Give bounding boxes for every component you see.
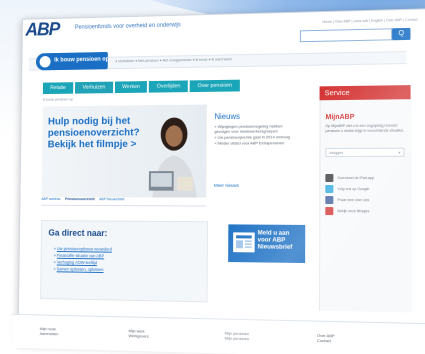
news-item[interactable]: » Uw pensioenpremie gaat in 2014 omhoog bbox=[214, 134, 296, 139]
service-link-label: Download de iPad-app bbox=[337, 175, 375, 180]
direct-link-text[interactable]: Financiële situatie van ABP bbox=[57, 253, 104, 258]
login-select-label: Inloggen bbox=[329, 150, 344, 155]
news-item-text[interactable]: Uw pensioenpremie gaat in 2014 omhoog bbox=[218, 134, 290, 139]
direct-link[interactable]: » Samen oplossen, oplossen bbox=[53, 265, 111, 273]
footer-column[interactable]: Over ABP Contact bbox=[317, 333, 335, 344]
chevron-down-icon: ▾ bbox=[398, 150, 401, 155]
footer-link[interactable]: Werkgevers bbox=[128, 333, 148, 338]
direct-link-text[interactable]: Verhoging AOW-leeftijd bbox=[57, 260, 97, 265]
twitter-icon bbox=[325, 184, 334, 193]
news-item[interactable]: » Minder uitstel voor ABP Extrapensioen bbox=[214, 140, 296, 145]
search-input[interactable] bbox=[299, 28, 393, 43]
service-link-label: Bekijk onze filmpjes bbox=[337, 208, 370, 213]
service-link-facebook[interactable]: Praat mee over ons bbox=[325, 194, 406, 205]
direct-links-list: » Uw pensioenopbouw veranderd » Financië… bbox=[53, 245, 111, 273]
section-badge[interactable]: Ik bouw pensioen op bbox=[35, 51, 110, 71]
hero-banner[interactable]: Hulp nodig bij het pensioenoverzicht? Be… bbox=[41, 104, 207, 198]
news-item-text[interactable]: Minder uitstel voor ABP Extrapensioen bbox=[218, 140, 285, 145]
footer-link[interactable]: Mijn pensioen bbox=[225, 336, 249, 342]
login-select[interactable]: Inloggen ▾ bbox=[325, 147, 405, 158]
breadcrumb[interactable]: Ik bouw pensioen op bbox=[43, 97, 73, 101]
ipad-icon bbox=[325, 173, 334, 182]
service-links: Download de iPad-app Volg ons op Google … bbox=[325, 172, 406, 217]
newspaper-icon bbox=[233, 232, 255, 253]
service-link-label: Praat mee over ons bbox=[337, 197, 370, 202]
news-list: » Wijzigingen pensioenregeling hebben ge… bbox=[214, 123, 296, 146]
direct-link-text[interactable]: Samen oplossen, oplossen bbox=[57, 266, 104, 272]
hero-tab-nieuwsbrief[interactable]: ABP Nieuwsbrief bbox=[99, 197, 124, 201]
youtube-icon bbox=[325, 206, 334, 215]
footer-link[interactable]: Aanmelden bbox=[40, 331, 59, 336]
facebook-icon bbox=[325, 195, 334, 204]
abp-logo[interactable]: ABP bbox=[25, 20, 59, 42]
hero-tab-webinar[interactable]: ABP webinar bbox=[41, 197, 60, 201]
nav-tab-verhuizen[interactable]: Verhuizen bbox=[75, 81, 113, 94]
nav-tab-relatie[interactable]: Relatie bbox=[42, 82, 74, 95]
section-title: Ik bouw pensioen op bbox=[54, 56, 110, 64]
mijnabp-description: Op MijnABP ziet u in een oogopslag hoeve… bbox=[325, 123, 405, 133]
direct-links-title: Ga direct naar: bbox=[48, 227, 108, 239]
mijnabp-title[interactable]: MijnABP bbox=[325, 114, 354, 121]
news-item-text[interactable]: Wijzigingen pensioenregeling hebben gevo… bbox=[214, 123, 282, 133]
more-news-link[interactable]: Meer nieuws bbox=[214, 183, 239, 188]
hero-tabs: ABP webinar Pensioenoverzicht ABP Nieuws… bbox=[41, 197, 207, 207]
service-link-youtube[interactable]: Bekijk onze filmpjes bbox=[325, 205, 406, 217]
tilted-webpage: ABP Pensioenfonds voor overheid en onder… bbox=[11, 0, 425, 354]
footer-column[interactable]: Mijn werk Werkgevers bbox=[128, 328, 148, 338]
hero-tab-overzicht[interactable]: Pensioenoverzicht bbox=[65, 197, 95, 201]
service-link-label: Volg ons op Google bbox=[337, 186, 370, 191]
news-item[interactable]: » Wijzigingen pensioenregeling hebben ge… bbox=[214, 123, 296, 133]
service-header: Service bbox=[319, 85, 411, 101]
nav-tab-overlijden[interactable]: Overlijden bbox=[149, 80, 189, 93]
nav-tab-over-pensioen[interactable]: Over pensioen bbox=[189, 79, 240, 93]
newsletter-text[interactable]: Meld u aan voor ABP Nieuwsbrief bbox=[258, 230, 303, 251]
search-button[interactable]: Q bbox=[392, 27, 411, 41]
footer-link[interactable]: Contact bbox=[317, 338, 335, 344]
hero-headline[interactable]: Hulp nodig bij het pensioenoverzicht? Be… bbox=[48, 115, 153, 150]
direct-link-text[interactable]: Uw pensioenopbouw veranderd bbox=[57, 246, 112, 251]
screenshot-stage: ABP Pensioenfonds voor overheid en onder… bbox=[0, 0, 425, 354]
news-heading: Nieuws bbox=[214, 112, 240, 122]
cloud-icon bbox=[39, 55, 51, 68]
footer-column[interactable]: Mijn pensioen Mijn pensioen bbox=[225, 331, 249, 342]
nav-tab-werken[interactable]: Werken bbox=[114, 81, 148, 94]
woman-photo bbox=[148, 117, 197, 198]
service-link-ipad[interactable]: Download de iPad-app bbox=[325, 172, 406, 183]
service-link-twitter[interactable]: Volg ons op Google bbox=[325, 183, 406, 194]
footer-column[interactable]: Mijn route Aanmelden bbox=[40, 326, 59, 336]
